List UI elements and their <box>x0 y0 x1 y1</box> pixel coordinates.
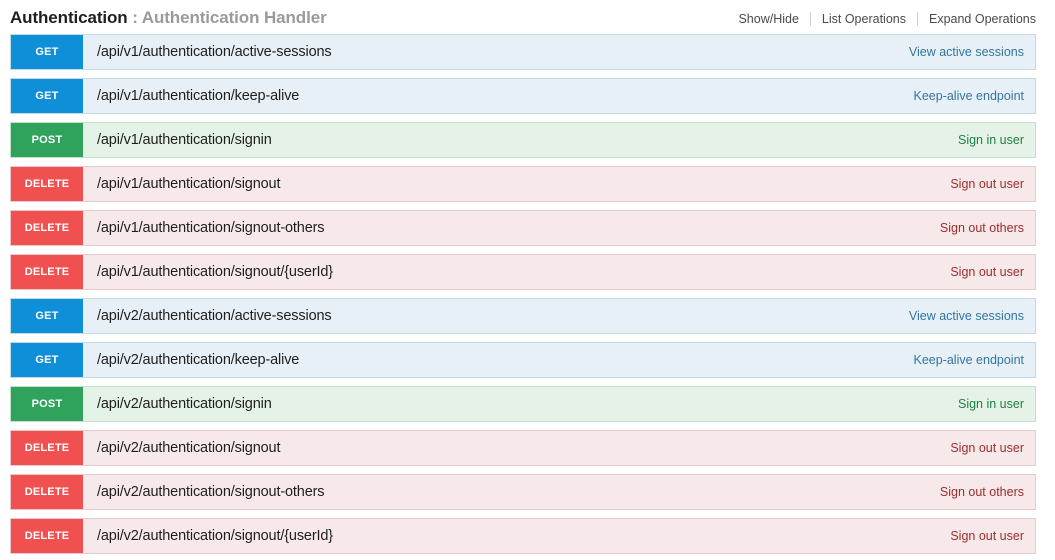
http-method-badge: DELETE <box>11 431 83 465</box>
endpoint-path[interactable]: /api/v1/authentication/active-sessions <box>83 35 909 69</box>
endpoint-path[interactable]: /api/v1/authentication/signout-others <box>83 211 940 245</box>
list-operations-link[interactable]: List Operations <box>811 12 917 26</box>
endpoint-summary[interactable]: Sign out user <box>950 167 1035 201</box>
endpoint-summary[interactable]: Sign out user <box>950 519 1035 553</box>
resource-name: Authentication <box>10 8 128 27</box>
endpoint-path[interactable]: /api/v1/authentication/keep-alive <box>83 79 914 113</box>
expand-operations-link[interactable]: Expand Operations <box>918 12 1036 26</box>
endpoint-row[interactable]: GET/api/v2/authentication/keep-alive Keep… <box>10 342 1036 378</box>
http-method-badge: DELETE <box>11 255 83 289</box>
http-method-badge: GET <box>11 299 83 333</box>
http-method-badge: DELETE <box>11 519 83 553</box>
endpoint-path[interactable]: /api/v1/authentication/signout/{userId} <box>83 255 950 289</box>
endpoint-summary[interactable]: Sign out others <box>940 475 1035 509</box>
endpoint-list: GET/api/v1/authentication/active-session… <box>0 34 1055 554</box>
endpoint-summary[interactable]: Sign in user <box>958 123 1035 157</box>
resource-options: Show/Hide List Operations Expand Operati… <box>727 9 1036 26</box>
show-hide-link[interactable]: Show/Hide <box>727 12 809 26</box>
endpoint-path[interactable]: /api/v1/authentication/signout <box>83 167 950 201</box>
endpoint-summary[interactable]: Sign out others <box>940 211 1035 245</box>
http-method-badge: POST <box>11 123 83 157</box>
endpoint-row[interactable]: DELETE/api/v2/authentication/signout/{us… <box>10 518 1036 554</box>
endpoint-path[interactable]: /api/v2/authentication/signout/{userId} <box>83 519 950 553</box>
endpoint-path[interactable]: /api/v2/authentication/signout-others <box>83 475 940 509</box>
http-method-badge: DELETE <box>11 167 83 201</box>
http-method-badge: POST <box>11 387 83 421</box>
page-title: Authentication : Authentication Handler <box>10 6 327 28</box>
http-method-badge: DELETE <box>11 211 83 245</box>
http-method-badge: GET <box>11 343 83 377</box>
http-method-badge: GET <box>11 79 83 113</box>
endpoint-path[interactable]: /api/v2/authentication/active-sessions <box>83 299 909 333</box>
endpoint-row[interactable]: DELETE/api/v2/authentication/signout Sign… <box>10 430 1036 466</box>
resource-description: Authentication Handler <box>141 8 327 27</box>
endpoint-path[interactable]: /api/v2/authentication/keep-alive <box>83 343 914 377</box>
endpoint-row[interactable]: POST/api/v1/authentication/signin Sign in… <box>10 122 1036 158</box>
resource-title-separator: : <box>127 8 142 27</box>
endpoint-summary[interactable]: Sign in user <box>958 387 1035 421</box>
endpoint-row[interactable]: GET/api/v2/authentication/active-session… <box>10 298 1036 334</box>
endpoint-row[interactable]: GET/api/v1/authentication/keep-alive Keep… <box>10 78 1036 114</box>
endpoint-summary[interactable]: Keep-alive endpoint <box>914 79 1036 113</box>
endpoint-row[interactable]: GET/api/v1/authentication/active-session… <box>10 34 1036 70</box>
endpoint-summary[interactable]: Keep-alive endpoint <box>914 343 1036 377</box>
endpoint-summary[interactable]: View active sessions <box>909 299 1035 333</box>
endpoint-row[interactable]: POST/api/v2/authentication/signin Sign in… <box>10 386 1036 422</box>
endpoint-row[interactable]: DELETE/api/v1/authentication/signout-oth… <box>10 210 1036 246</box>
endpoint-summary[interactable]: Sign out user <box>950 431 1035 465</box>
endpoint-path[interactable]: /api/v2/authentication/signin <box>83 387 958 421</box>
endpoint-path[interactable]: /api/v1/authentication/signin <box>83 123 958 157</box>
endpoint-summary[interactable]: Sign out user <box>950 255 1035 289</box>
endpoint-path[interactable]: /api/v2/authentication/signout <box>83 431 950 465</box>
http-method-badge: DELETE <box>11 475 83 509</box>
http-method-badge: GET <box>11 35 83 69</box>
endpoint-summary[interactable]: View active sessions <box>909 35 1035 69</box>
resource-header: Authentication : Authentication Handler … <box>0 0 1055 34</box>
endpoint-row[interactable]: DELETE/api/v2/authentication/signout-oth… <box>10 474 1036 510</box>
endpoint-row[interactable]: DELETE/api/v1/authentication/signout/{us… <box>10 254 1036 290</box>
endpoint-row[interactable]: DELETE/api/v1/authentication/signout Sign… <box>10 166 1036 202</box>
